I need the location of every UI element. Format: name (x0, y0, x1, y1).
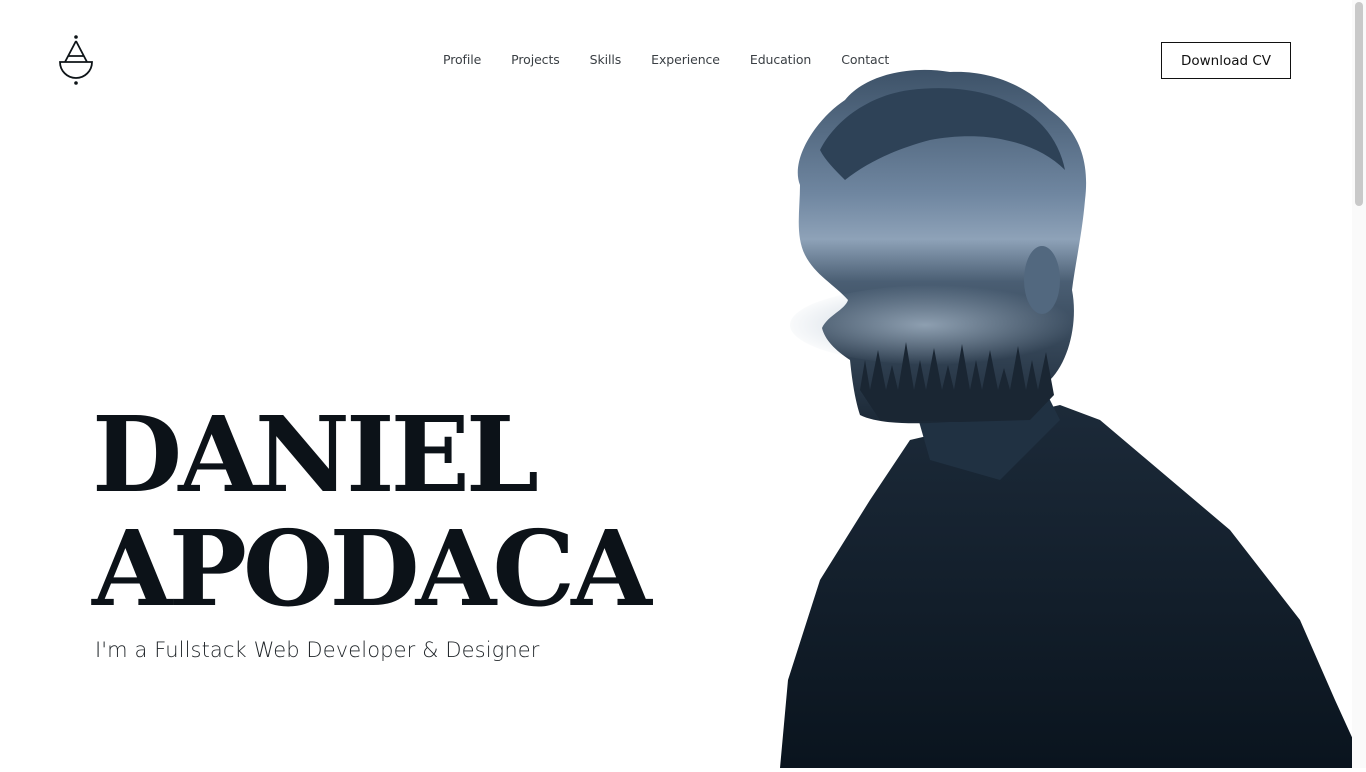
nav-link-projects[interactable]: Projects (511, 52, 560, 67)
portrait-image (760, 60, 1366, 768)
page-scrollbar[interactable] (1352, 0, 1366, 768)
hero-last-name: APODACA (92, 507, 652, 630)
hero-name: DANIEL APODACA (92, 393, 652, 630)
nav-link-skills[interactable]: Skills (590, 52, 622, 67)
scroll-thumb[interactable] (1355, 2, 1363, 206)
nav-link-profile[interactable]: Profile (443, 52, 481, 67)
logo-icon[interactable] (56, 32, 96, 88)
hero-first-name: DANIEL (92, 393, 539, 516)
hero-tagline: I'm a Fullstack Web Developer & Designer (95, 638, 540, 662)
nav-link-experience[interactable]: Experience (651, 52, 720, 67)
